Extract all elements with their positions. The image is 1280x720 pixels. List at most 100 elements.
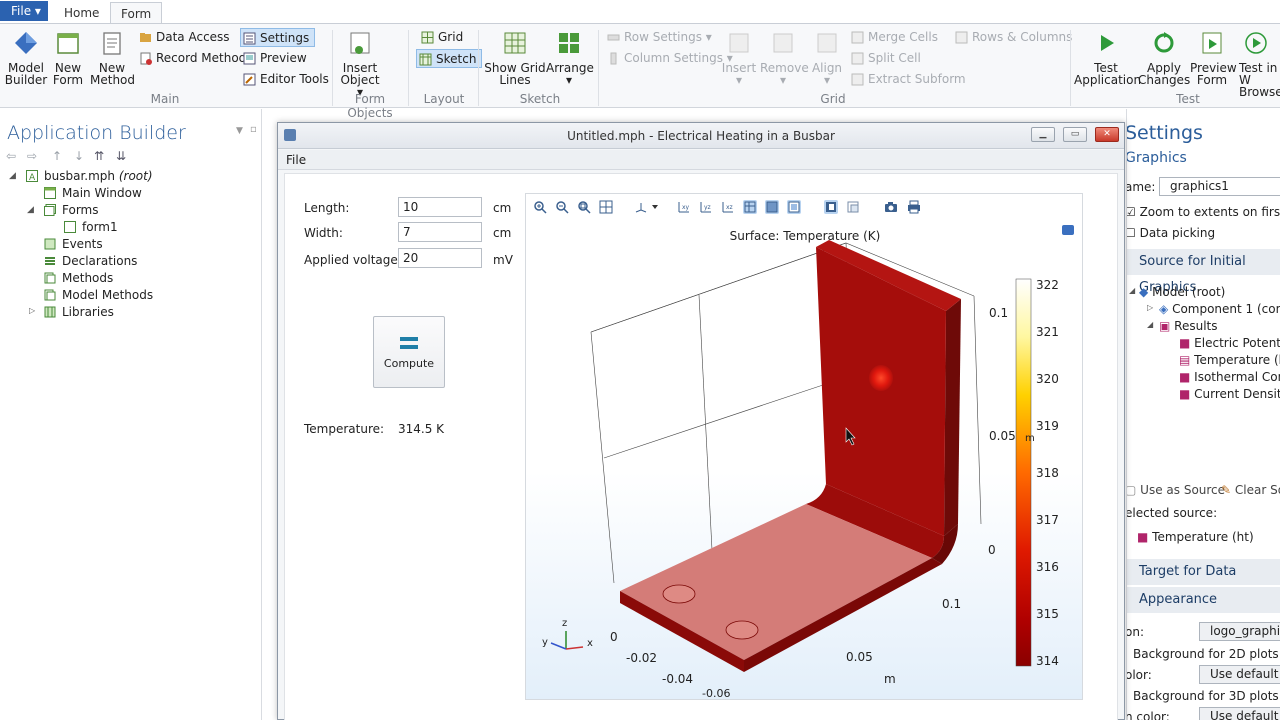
- name-input[interactable]: graphics1: [1159, 177, 1280, 196]
- split-cell-button[interactable]: Split Cell: [849, 49, 921, 68]
- tree-item-declarations[interactable]: Declarations: [44, 253, 137, 270]
- section-target-data-picking[interactable]: Target for Data Picking: [1127, 559, 1280, 605]
- tree-item-main-window[interactable]: Main Window: [44, 185, 142, 202]
- tree-item-form1[interactable]: form1: [64, 219, 118, 236]
- expand-all-icon[interactable]: ⇊: [116, 149, 126, 163]
- source-tree-electric-potential[interactable]: ■ Electric Potential: [1179, 336, 1280, 350]
- merge-cells-button[interactable]: Merge Cells: [849, 28, 938, 47]
- background-3d-select[interactable]: Use default: [1199, 707, 1280, 720]
- new-method-button[interactable]: New Method: [90, 30, 135, 86]
- record-method-label: Record Method: [156, 51, 247, 65]
- window-icon: [44, 187, 56, 199]
- model-builder-button[interactable]: Model Builder: [4, 30, 48, 86]
- forward-arrow-icon[interactable]: ⇨: [27, 149, 37, 163]
- tab-form[interactable]: Form: [110, 2, 163, 24]
- tree-item-busbar[interactable]: Abusbar.mph (root): [26, 168, 153, 185]
- grid-mode-button[interactable]: Grid: [419, 28, 463, 47]
- expand-arrow-icon[interactable]: ▷: [1147, 303, 1153, 312]
- apply-changes-button[interactable]: Apply Changes: [1138, 30, 1190, 86]
- arrange-button[interactable]: Arrange ▾: [546, 30, 594, 86]
- source-tree-current-density[interactable]: ■ Current Density: [1179, 387, 1280, 401]
- settings-toggle-button[interactable]: Settings: [240, 28, 316, 47]
- source-tree-model-root[interactable]: ◆ Model (root): [1139, 285, 1225, 299]
- panel-pin-icon[interactable]: ▫: [250, 124, 257, 135]
- zoom-extents-checkbox[interactable]: ☑ Zoom to extents on first plot: [1127, 205, 1280, 219]
- compute-button[interactable]: Compute: [373, 316, 445, 388]
- declarations-icon: [45, 257, 55, 265]
- axis-triad: [550, 631, 584, 650]
- rows-columns-label: Rows & Columns: [972, 30, 1073, 44]
- section-source-initial-graphics[interactable]: Source for Initial Graphics: [1127, 249, 1280, 295]
- icon-select[interactable]: logo_graphics: [1199, 622, 1280, 641]
- tree-item-model-methods[interactable]: Model Methods: [44, 287, 153, 304]
- collapse-all-icon[interactable]: ⇈: [94, 149, 104, 163]
- data-access-button[interactable]: Data Access: [137, 28, 230, 47]
- back-arrow-icon[interactable]: ⇦: [6, 149, 16, 163]
- window-titlebar[interactable]: Untitled.mph - Electrical Heating in a B…: [278, 123, 1124, 149]
- tab-home[interactable]: Home: [54, 2, 109, 24]
- column-settings-button[interactable]: Column Settings ▾: [605, 49, 733, 68]
- source-tree-temperature[interactable]: ▤ Temperature (ht): [1179, 353, 1280, 367]
- colorbar-tick-320: 320: [1036, 372, 1059, 386]
- remove-grid-icon: [773, 33, 793, 53]
- busbar-plate-side: [944, 299, 961, 536]
- show-grid-lines-button[interactable]: Show Grid Lines: [484, 30, 546, 86]
- new-form-label: New Form: [52, 61, 84, 87]
- background-2d-select[interactable]: Use default: [1199, 665, 1280, 684]
- colorbar: [1015, 278, 1032, 667]
- preview-toggle-button[interactable]: Preview: [241, 49, 307, 68]
- expand-arrow-icon[interactable]: ▷: [29, 306, 35, 315]
- ribbon-tabbar: File ▾ Home Form: [0, 0, 1280, 24]
- insert-grid-button[interactable]: Insert ▾: [718, 30, 760, 86]
- tree-item-events[interactable]: Events: [44, 236, 103, 253]
- extract-subform-button[interactable]: Extract Subform: [849, 70, 966, 89]
- use-as-source-button[interactable]: ▢ Use as Source: [1127, 483, 1225, 497]
- preview-form-button[interactable]: Preview Form: [1190, 30, 1237, 86]
- sketch-mode-button[interactable]: Sketch: [416, 49, 483, 68]
- maximize-button[interactable]: ▭: [1063, 127, 1087, 142]
- test-application-button[interactable]: Test Application: [1074, 30, 1141, 86]
- panel-menu-icon[interactable]: ▼: [236, 126, 243, 136]
- merge-cells-label: Merge Cells: [868, 30, 938, 44]
- equals-icon: [400, 337, 418, 351]
- clear-source-label: Clear So: [1234, 483, 1280, 497]
- refresh-icon: [1154, 32, 1174, 53]
- tree-item-forms[interactable]: Forms: [44, 202, 98, 219]
- editor-tools-button[interactable]: Editor Tools: [241, 70, 329, 89]
- source-tree-isothermal[interactable]: ■ Isothermal Conto: [1179, 370, 1280, 384]
- width-input[interactable]: 7: [398, 222, 482, 242]
- insert-object-button[interactable]: Insert Object ▾: [336, 30, 384, 98]
- window-file-menu[interactable]: File: [286, 153, 306, 167]
- colorbar-tick-315: 315: [1036, 607, 1059, 621]
- minimize-button[interactable]: ▁: [1031, 127, 1055, 142]
- record-method-button[interactable]: Record Method: [137, 49, 246, 68]
- move-up-icon[interactable]: ↑: [52, 149, 62, 163]
- test-in-browser-button[interactable]: Test in W Browse: [1236, 30, 1280, 98]
- graphics-window[interactable]: xy yz xz Surface: Temperature (K) 322 32…: [525, 193, 1083, 700]
- source-tree-results[interactable]: ▣ Results: [1159, 319, 1218, 333]
- close-button[interactable]: ✕: [1095, 127, 1119, 142]
- collapse-arrow-icon[interactable]: ◢: [1129, 286, 1135, 295]
- tree-item-methods[interactable]: Methods: [44, 270, 113, 287]
- section-appearance[interactable]: Appearance: [1127, 587, 1280, 613]
- data-picking-checkbox[interactable]: ☐ Data picking: [1127, 226, 1215, 240]
- align-button[interactable]: Align ▾: [808, 30, 846, 86]
- remove-grid-button[interactable]: Remove ▾: [760, 30, 809, 86]
- move-down-icon[interactable]: ↓: [74, 149, 84, 163]
- file-menu-tab[interactable]: File ▾: [0, 1, 48, 21]
- collapse-arrow-icon[interactable]: ◢: [27, 205, 34, 215]
- voltage-input[interactable]: 20: [398, 248, 482, 268]
- apply-changes-label: Apply Changes: [1138, 61, 1191, 87]
- tree-item-libraries[interactable]: Libraries: [44, 304, 114, 321]
- settings-toggle-label: Settings: [260, 31, 310, 45]
- length-input[interactable]: 10: [398, 197, 482, 217]
- new-form-button[interactable]: New Form: [48, 30, 88, 86]
- row-settings-button[interactable]: Row Settings ▾: [605, 28, 712, 47]
- source-tree-component[interactable]: ◈ Component 1 (comp: [1159, 302, 1280, 316]
- collapse-arrow-icon[interactable]: ◢: [9, 171, 16, 181]
- rows-columns-button[interactable]: Rows & Columns: [953, 28, 1072, 47]
- application-icon: A: [26, 170, 38, 182]
- clear-source-button[interactable]: ✎ Clear So: [1221, 483, 1280, 497]
- browser-play-icon: [1245, 32, 1267, 54]
- collapse-arrow-icon[interactable]: ◢: [1147, 320, 1153, 329]
